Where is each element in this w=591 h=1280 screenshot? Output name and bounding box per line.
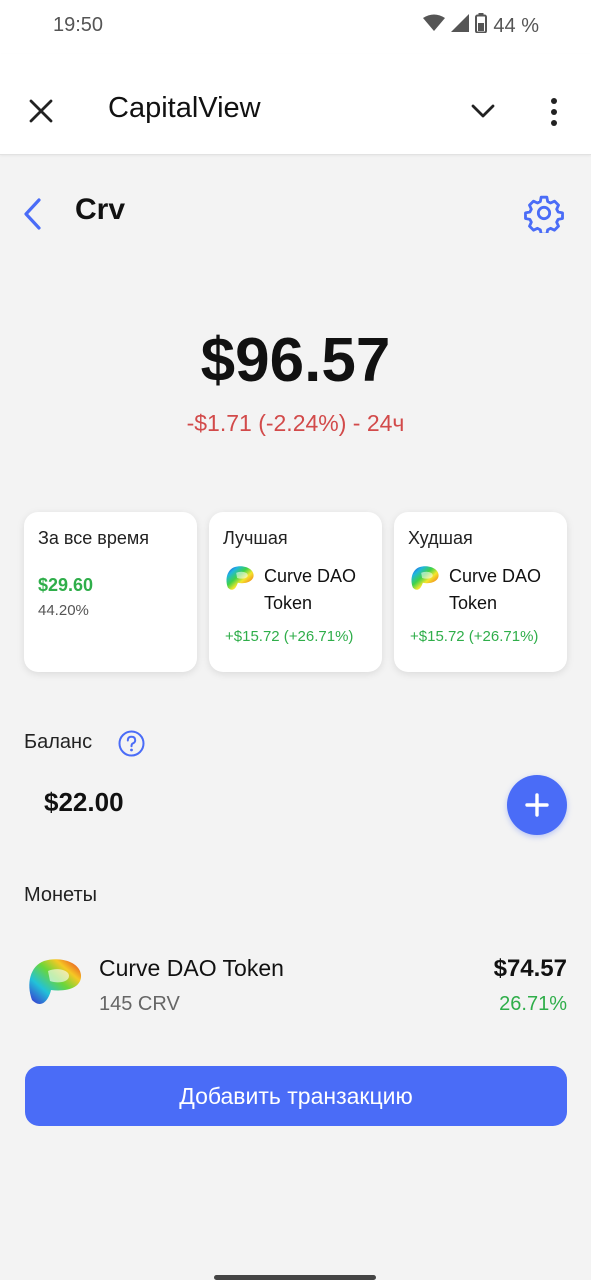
current-price: $96.57	[200, 326, 391, 395]
coin-amount: 145 CRV	[99, 993, 180, 1015]
home-indicator[interactable]	[214, 1275, 376, 1280]
signal-icon	[451, 14, 470, 38]
card-title: За все время	[38, 528, 149, 548]
card-coin-name-line2: Token	[449, 593, 498, 613]
card-coin-name-line1: Curve DAO	[264, 566, 357, 586]
card-value: $29.60	[38, 575, 94, 595]
status-indicators: 44 %	[423, 13, 539, 39]
coin-row[interactable]: Curve DAO Token 145 CRV $74.57 26.71%	[24, 950, 567, 1020]
help-icon[interactable]	[118, 730, 145, 757]
back-icon[interactable]	[20, 196, 46, 232]
wifi-icon	[423, 14, 446, 38]
coin-percent: 26.71%	[499, 993, 567, 1015]
status-time: 19:50	[53, 14, 104, 36]
more-vertical-icon[interactable]	[545, 97, 563, 127]
page-title: Crv	[75, 193, 126, 226]
app-title: CapitalView	[108, 92, 261, 124]
gear-icon[interactable]	[524, 193, 564, 236]
card-gain: +$15.72 (+26.71%)	[225, 628, 354, 645]
stats-cards: За все время $29.60 44.20% Лучшая Curve …	[24, 512, 567, 672]
card-percent: 44.20%	[38, 602, 89, 619]
card-coin-name-line1: Curve DAO	[449, 566, 542, 586]
card-title: Худшая	[408, 528, 473, 548]
card-gain: +$15.72 (+26.71%)	[410, 628, 539, 645]
card-coin: Curve DAO Token	[408, 563, 553, 617]
card-coin-name-line2: Token	[264, 593, 313, 613]
curve-logo-icon	[226, 566, 254, 590]
coin-name: Curve DAO Token	[99, 955, 284, 981]
balance-label: Баланс	[24, 731, 93, 753]
chevron-down-icon[interactable]	[470, 102, 496, 120]
add-transaction-button[interactable]: Добавить транзакцию	[25, 1066, 567, 1126]
coins-label: Монеты	[24, 884, 98, 906]
price-change-24h: -$1.71 (-2.24%) - 24ч	[186, 410, 405, 436]
battery-icon	[475, 13, 488, 39]
card-worst[interactable]: Худшая Curve DAO Token +$15.72 (+26.71%)	[394, 512, 567, 672]
card-all-time[interactable]: За все время $29.60 44.20%	[24, 512, 197, 672]
curve-logo-icon	[411, 566, 439, 590]
add-balance-button[interactable]	[507, 775, 567, 835]
card-best[interactable]: Лучшая Curve DAO Token +$15.72 (+26.71%)	[209, 512, 382, 672]
battery-percent: 44 %	[493, 14, 539, 37]
plus-icon	[525, 793, 549, 817]
curve-logo-icon	[29, 959, 82, 1004]
card-coin: Curve DAO Token	[223, 563, 368, 617]
app-bar: CapitalView	[0, 54, 591, 155]
card-title: Лучшая	[223, 528, 288, 548]
balance-value: $22.00	[44, 787, 124, 817]
close-icon[interactable]	[28, 98, 54, 124]
status-bar: 19:50 44 %	[0, 0, 591, 54]
coin-value: $74.57	[493, 955, 567, 982]
